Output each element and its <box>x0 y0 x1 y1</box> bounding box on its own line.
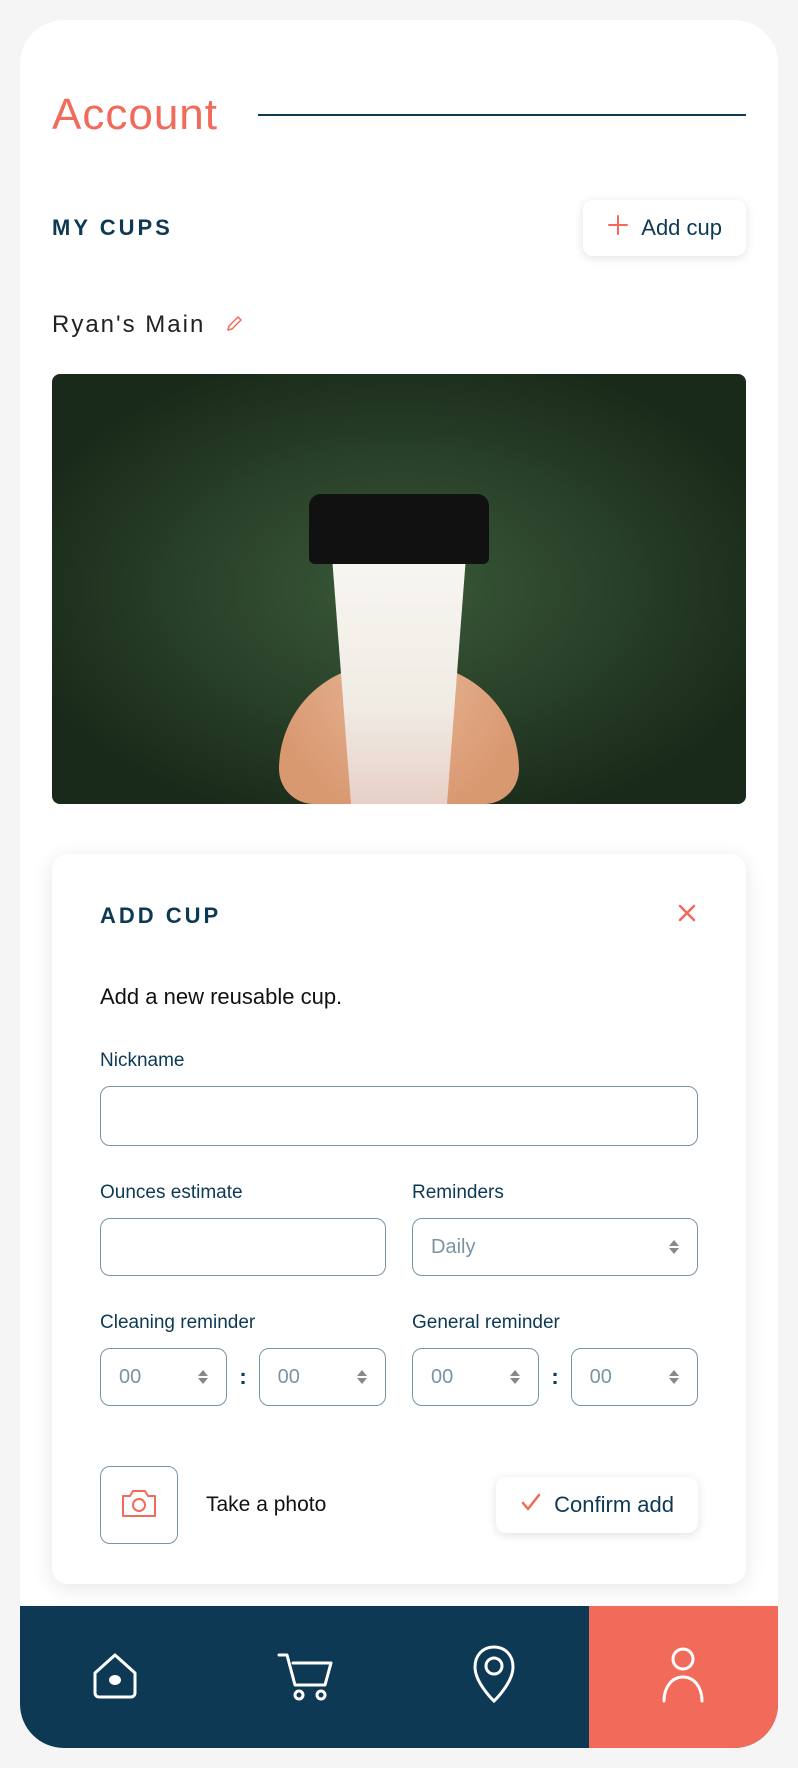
header-divider <box>258 114 746 116</box>
time-colon: : <box>551 1364 558 1390</box>
app-screen: Account MY CUPS Add cup Ryan's Main <box>20 20 778 1748</box>
cup-name-row: Ryan's Main <box>52 311 746 339</box>
card-subtitle: Add a new reusable cup. <box>100 984 698 1010</box>
cart-icon <box>271 1645 337 1710</box>
home-icon <box>85 1645 145 1710</box>
card-title: ADD CUP <box>100 903 221 929</box>
nav-cart[interactable] <box>210 1606 400 1748</box>
general-hour-stepper[interactable]: 00 <box>412 1348 539 1406</box>
confirm-add-button[interactable]: Confirm add <box>496 1477 698 1533</box>
cleaning-hour-value: 00 <box>119 1366 141 1389</box>
stepper-icon <box>198 1370 208 1384</box>
reminders-value: Daily <box>431 1236 475 1259</box>
general-minute-stepper[interactable]: 00 <box>571 1348 698 1406</box>
my-cups-header: MY CUPS Add cup <box>52 200 746 256</box>
reminders-label: Reminders <box>412 1182 698 1204</box>
nickname-label: Nickname <box>100 1050 698 1072</box>
nav-profile[interactable] <box>589 1606 779 1748</box>
camera-icon <box>119 1486 159 1525</box>
nav-home[interactable] <box>20 1606 210 1748</box>
cleaning-hour-stepper[interactable]: 00 <box>100 1348 227 1406</box>
add-cup-card: ADD CUP Add a new reusable cup. Nickname… <box>52 854 746 1584</box>
general-minute-value: 00 <box>590 1366 612 1389</box>
stepper-icon <box>669 1370 679 1384</box>
card-footer: Take a photo Confirm add <box>100 1466 698 1544</box>
nickname-input[interactable] <box>100 1086 698 1146</box>
profile-icon <box>658 1645 708 1710</box>
confirm-add-label: Confirm add <box>554 1492 674 1518</box>
cleaning-minute-value: 00 <box>278 1366 300 1389</box>
check-icon <box>520 1491 542 1519</box>
my-cups-label: MY CUPS <box>52 215 173 241</box>
card-header: ADD CUP <box>100 902 698 929</box>
cleaning-minute-stepper[interactable]: 00 <box>259 1348 386 1406</box>
time-colon: : <box>239 1364 246 1390</box>
add-cup-label: Add cup <box>641 215 722 241</box>
bottom-nav <box>20 1606 778 1748</box>
stepper-icon <box>357 1370 367 1384</box>
ounces-label: Ounces estimate <box>100 1182 386 1204</box>
edit-icon[interactable] <box>225 313 245 338</box>
nav-location[interactable] <box>399 1606 589 1748</box>
ounces-input[interactable] <box>100 1218 386 1276</box>
take-photo-button[interactable] <box>100 1466 178 1544</box>
stepper-icon <box>669 1240 679 1254</box>
general-label: General reminder <box>412 1312 698 1334</box>
cleaning-label: Cleaning reminder <box>100 1312 386 1334</box>
location-icon <box>469 1643 519 1712</box>
plus-icon <box>607 214 629 242</box>
page-header: Account <box>52 90 746 140</box>
take-photo-label: Take a photo <box>206 1493 326 1517</box>
page-title: Account <box>52 90 218 140</box>
close-icon[interactable] <box>676 902 698 929</box>
content-area: Account MY CUPS Add cup Ryan's Main <box>20 20 778 1606</box>
general-hour-value: 00 <box>431 1366 453 1389</box>
add-cup-button[interactable]: Add cup <box>583 200 746 256</box>
stepper-icon <box>510 1370 520 1384</box>
cup-name: Ryan's Main <box>52 311 205 339</box>
reminders-select[interactable]: Daily <box>412 1218 698 1276</box>
cup-photo <box>52 374 746 804</box>
